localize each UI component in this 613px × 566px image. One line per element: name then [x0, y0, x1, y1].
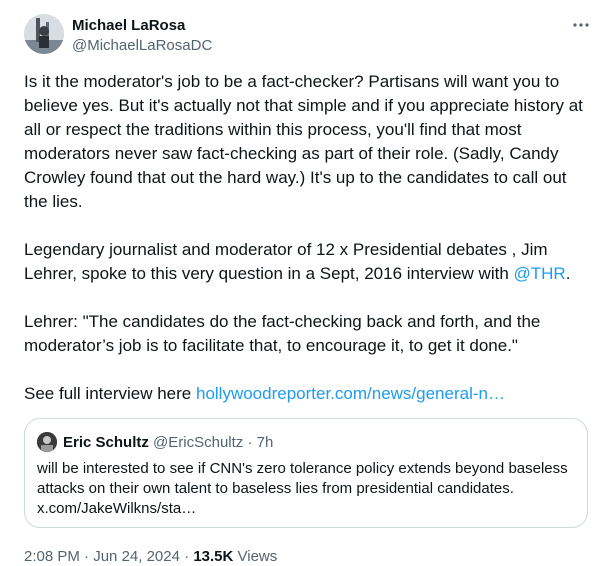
- meta-separator-1: ·: [84, 548, 90, 565]
- author-name[interactable]: Michael LaRosa: [72, 16, 185, 35]
- author-avatar-image: [24, 14, 64, 54]
- author-handle[interactable]: @MichaelLaRosaDC: [72, 36, 212, 55]
- tweet: Michael LaRosa @MichaelLaRosaDC Is it th…: [0, 0, 613, 566]
- mention-link[interactable]: @THR: [514, 264, 566, 283]
- paragraph-2-end: .: [565, 264, 571, 283]
- views-count: 13.5K: [193, 548, 234, 565]
- quoted-author-handle[interactable]: @EricSchultz: [153, 434, 243, 451]
- quoted-text: will be interested to see if CNN's zero …: [37, 460, 568, 517]
- paragraph-4-text: See full interview here: [24, 384, 196, 403]
- author-avatar[interactable]: [24, 14, 64, 54]
- views-label: Views: [237, 548, 278, 565]
- post-date[interactable]: Jun 24, 2024: [93, 548, 180, 565]
- quoted-author-avatar[interactable]: [37, 432, 57, 452]
- quoted-time[interactable]: 7h: [257, 434, 274, 451]
- quoted-author-avatar-image: [37, 432, 57, 452]
- meta-separator-2: ·: [184, 548, 190, 565]
- post-time[interactable]: 2:08 PM: [24, 548, 80, 565]
- tweet-text: Is it the moderator's job to be a fact-c…: [24, 70, 594, 430]
- quoted-header: Eric Schultz @EricSchultz · 7h: [63, 433, 273, 452]
- tweet-meta: 2:08 PM · Jun 24, 2024 · 13.5K Views: [24, 547, 277, 566]
- quoted-author-name[interactable]: Eric Schultz: [63, 434, 149, 451]
- quoted-separator: ·: [247, 434, 253, 451]
- paragraph-3: Lehrer: "The candidates do the fact-chec…: [24, 312, 541, 355]
- paragraph-1: Is it the moderator's job to be a fact-c…: [24, 72, 583, 211]
- more-horizontal-icon: [573, 23, 589, 27]
- external-link[interactable]: hollywoodreporter.com/news/general-n…: [196, 384, 505, 403]
- more-options-button[interactable]: [570, 14, 592, 36]
- quoted-tweet[interactable]: Eric Schultz @EricSchultz · 7h will be i…: [24, 418, 588, 528]
- paragraph-4: See full interview here hollywoodreporte…: [24, 382, 594, 406]
- paragraph-2-text: Legendary journalist and moderator of 12…: [24, 240, 548, 283]
- paragraph-2: Legendary journalist and moderator of 12…: [24, 238, 594, 286]
